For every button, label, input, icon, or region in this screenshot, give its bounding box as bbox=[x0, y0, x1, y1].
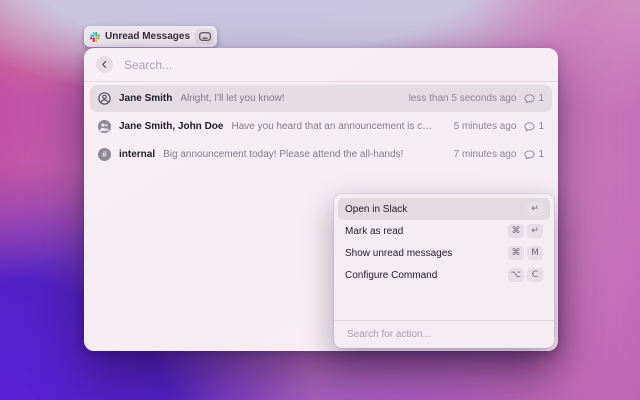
shortcut-keys: ⌥ C bbox=[508, 268, 543, 282]
shortcut-keys: ⌘ ↵ bbox=[508, 224, 543, 238]
action-item-open-in-slack[interactable]: Open in Slack ↵ bbox=[338, 198, 550, 220]
message-preview: Alright, I'll let you know! bbox=[180, 93, 284, 104]
person-circle-icon bbox=[98, 92, 111, 105]
c-key: C bbox=[527, 268, 543, 282]
reply-count: 1 bbox=[524, 93, 544, 104]
reply-count-value: 1 bbox=[538, 93, 544, 104]
action-search-input[interactable] bbox=[345, 328, 543, 341]
slack-icon bbox=[90, 32, 100, 42]
keyboard-icon bbox=[195, 29, 214, 44]
action-item-configure-command[interactable]: Configure Command ⌥ C bbox=[338, 264, 550, 286]
chat-bubble-icon bbox=[524, 93, 535, 104]
reply-count-value: 1 bbox=[538, 121, 544, 132]
command-pill[interactable]: Unread Messages bbox=[84, 26, 217, 47]
shortcut-keys: ↵ bbox=[527, 202, 543, 216]
shortcut-keys: ⌘ M bbox=[508, 246, 543, 260]
message-sender: Jane Smith, John Doe bbox=[119, 121, 223, 132]
command-pill-label: Unread Messages bbox=[105, 31, 190, 42]
action-panel-items: Open in Slack ↵ Mark as read ⌘ ↵ Show un… bbox=[334, 194, 554, 290]
message-list: Jane Smith Alright, I'll let you know! l… bbox=[84, 82, 558, 168]
search-input[interactable] bbox=[122, 57, 546, 73]
group-circle-icon bbox=[98, 120, 111, 133]
return-key: ↵ bbox=[527, 202, 543, 216]
action-panel: Open in Slack ↵ Mark as read ⌘ ↵ Show un… bbox=[334, 194, 554, 348]
message-preview: Big announcement today! Please attend th… bbox=[163, 149, 403, 160]
chat-bubble-icon bbox=[524, 149, 535, 160]
hash-circle-icon: # bbox=[98, 148, 111, 161]
search-bar bbox=[84, 48, 558, 82]
action-panel-footer bbox=[334, 320, 554, 348]
reply-count: 1 bbox=[524, 121, 544, 132]
message-preview: Have you heard that an announcement is c… bbox=[231, 121, 437, 132]
message-row[interactable]: Jane Smith, John Doe Have you heard that… bbox=[90, 113, 552, 140]
action-item-show-unread-messages[interactable]: Show unread messages ⌘ M bbox=[338, 242, 550, 264]
option-key: ⌥ bbox=[508, 268, 524, 282]
m-key: M bbox=[527, 246, 543, 260]
message-row[interactable]: Jane Smith Alright, I'll let you know! l… bbox=[90, 85, 552, 112]
chevron-left-icon bbox=[100, 60, 109, 69]
action-label: Configure Command bbox=[345, 270, 437, 281]
message-time: less than 5 seconds ago bbox=[409, 93, 517, 104]
return-key: ↵ bbox=[527, 224, 543, 238]
action-label: Mark as read bbox=[345, 226, 403, 237]
action-item-mark-as-read[interactable]: Mark as read ⌘ ↵ bbox=[338, 220, 550, 242]
back-button[interactable] bbox=[96, 56, 113, 73]
chat-bubble-icon bbox=[524, 121, 535, 132]
message-sender: Jane Smith bbox=[119, 93, 172, 104]
command-key: ⌘ bbox=[508, 224, 524, 238]
reply-count: 1 bbox=[524, 149, 544, 160]
reply-count-value: 1 bbox=[538, 149, 544, 160]
action-label: Show unread messages bbox=[345, 248, 452, 259]
desktop-wallpaper: Unread Messages bbox=[0, 0, 640, 400]
message-row[interactable]: # internal Big announcement today! Pleas… bbox=[90, 141, 552, 168]
command-key: ⌘ bbox=[508, 246, 524, 260]
action-label: Open in Slack bbox=[345, 204, 407, 215]
message-sender: internal bbox=[119, 149, 155, 160]
raycast-window: Jane Smith Alright, I'll let you know! l… bbox=[84, 48, 558, 351]
message-time: 5 minutes ago bbox=[454, 121, 517, 132]
message-time: 7 minutes ago bbox=[454, 149, 517, 160]
